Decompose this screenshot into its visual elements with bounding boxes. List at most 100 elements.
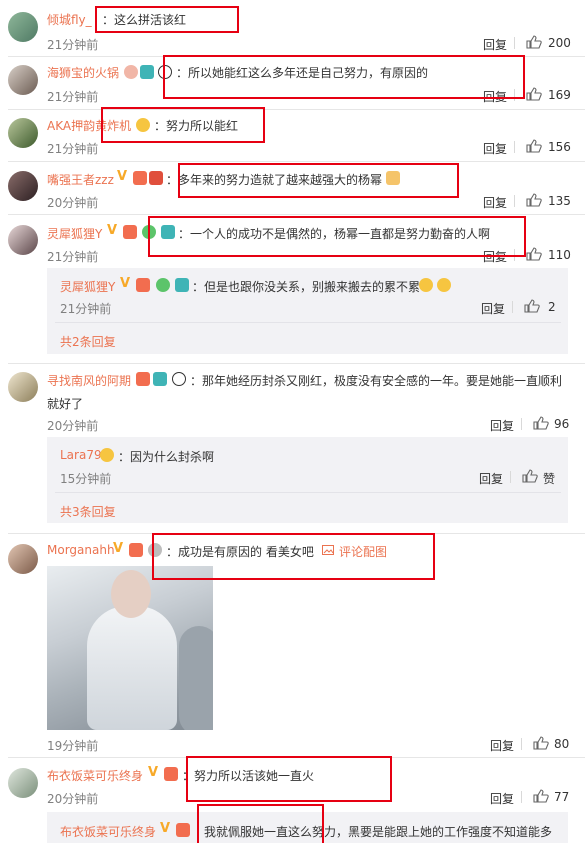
reply-time: 15分钟前: [60, 472, 112, 486]
avatar[interactable]: [8, 372, 38, 402]
divider: [55, 492, 561, 493]
reply-text: ：因为什么封杀啊: [118, 450, 215, 464]
commenter-name[interactable]: 嘴强王者zzz: [47, 171, 114, 188]
thumb-up-icon[interactable]: [524, 299, 540, 313]
commenter-name[interactable]: 灵犀狐狸Y: [47, 225, 102, 242]
like-count: 77: [554, 790, 570, 804]
divider: [512, 301, 513, 313]
badge-icon: [136, 278, 150, 292]
avatar[interactable]: [8, 544, 38, 574]
thumb-up-icon[interactable]: [526, 87, 542, 101]
divider: [514, 195, 515, 207]
like-count: 200: [548, 36, 571, 50]
comment-text: ：那年她经历封杀又刚红，极度没有安全感的一年。要是她能一直顺利: [190, 374, 563, 388]
like-count: 169: [548, 88, 571, 102]
badge-icon: [133, 171, 147, 185]
reply-button[interactable]: 回复: [483, 140, 507, 157]
more-replies-link[interactable]: 共2条回复: [60, 333, 116, 350]
vip-icon: V: [107, 223, 118, 238]
comment-time: 21分钟前: [47, 142, 99, 156]
divider: [8, 109, 585, 110]
avatar[interactable]: [8, 225, 38, 255]
comment-time: 19分钟前: [47, 739, 99, 753]
badge-icon: [123, 225, 137, 239]
commenter-name[interactable]: 寻找南风的阿期: [47, 372, 131, 389]
thumb-up-icon[interactable]: [522, 469, 538, 483]
highlight-box: [163, 55, 525, 99]
photo-head: [111, 570, 151, 618]
divider: [510, 471, 511, 483]
highlight-box: [148, 216, 526, 257]
emoji-icon: [124, 65, 138, 79]
like-count: 2: [548, 300, 556, 314]
avatar[interactable]: [8, 12, 38, 42]
comment-image[interactable]: [47, 566, 213, 730]
commenter-name[interactable]: 倾城fly_: [47, 11, 92, 28]
replier-name[interactable]: 布衣饭菜可乐终身: [60, 823, 156, 840]
reply-button[interactable]: 回复: [481, 300, 505, 317]
divider: [8, 363, 585, 364]
reply-button[interactable]: 回复: [490, 417, 514, 434]
vip-icon: V: [113, 541, 124, 556]
replier-name[interactable]: Lara79: [60, 448, 102, 462]
panda-icon: [172, 372, 186, 386]
comment-text-line2: 就好了: [47, 397, 84, 411]
like-count: 156: [548, 140, 571, 154]
thumb-up-icon[interactable]: [526, 193, 542, 207]
reply-button[interactable]: 回复: [490, 737, 514, 754]
avatar[interactable]: [8, 65, 38, 95]
reply-button[interactable]: 回复: [483, 194, 507, 211]
divider: [514, 141, 515, 153]
like-count: 96: [554, 417, 570, 431]
reply-button[interactable]: 回复: [479, 470, 503, 487]
like-label[interactable]: 赞: [543, 470, 555, 487]
emoji-icon: [419, 278, 433, 292]
commenter-name[interactable]: 布衣饭菜可乐终身: [47, 767, 143, 784]
comment-time: 20分钟前: [47, 419, 99, 433]
thumb-up-icon[interactable]: [526, 247, 542, 261]
highlight-box: [197, 804, 324, 843]
vip-icon: V: [120, 276, 131, 291]
photo-figure-right: [179, 626, 213, 730]
badge-icon: [176, 823, 190, 837]
reply-button[interactable]: 回复: [490, 790, 514, 807]
avatar[interactable]: [8, 118, 38, 148]
reply-button[interactable]: 回复: [483, 36, 507, 53]
badge-icon: [149, 171, 163, 185]
vip-icon: V: [160, 821, 171, 836]
commenter-name[interactable]: 海狮宝的火锅: [47, 64, 119, 81]
badge-icon: [136, 372, 150, 386]
divider: [521, 418, 522, 430]
replier-name[interactable]: 灵犀狐狸Y: [60, 278, 115, 295]
comment-time: 20分钟前: [47, 792, 99, 806]
comment-time: 20分钟前: [47, 196, 99, 210]
divider: [514, 37, 515, 49]
divider: [521, 738, 522, 750]
emoji-icon: [100, 448, 114, 462]
badge-icon: [140, 65, 154, 79]
commenter-name[interactable]: Morganahh: [47, 543, 115, 557]
avatar[interactable]: [8, 171, 38, 201]
divider: [55, 322, 561, 323]
thumb-up-icon[interactable]: [533, 789, 549, 803]
thumb-up-icon[interactable]: [526, 35, 542, 49]
badge-icon: [129, 543, 143, 557]
photo-figure: [87, 606, 177, 730]
highlight-box: [101, 107, 265, 143]
comment-time: 21分钟前: [47, 90, 99, 104]
divider: [8, 214, 585, 215]
thumb-up-icon[interactable]: [533, 736, 549, 750]
reply-time: 21分钟前: [60, 302, 112, 316]
avatar[interactable]: [8, 768, 38, 798]
comment-time: 21分钟前: [47, 250, 99, 264]
thumb-up-icon[interactable]: [526, 139, 542, 153]
like-count: 110: [548, 248, 571, 262]
like-count: 135: [548, 194, 571, 208]
thumb-up-icon[interactable]: [533, 416, 549, 430]
comment-time: 21分钟前: [47, 38, 99, 52]
vip-icon: V: [148, 765, 159, 780]
highlight-box: [95, 6, 239, 33]
divider: [8, 161, 585, 162]
vip-icon: V: [117, 169, 128, 184]
more-replies-link[interactable]: 共3条回复: [60, 503, 116, 520]
